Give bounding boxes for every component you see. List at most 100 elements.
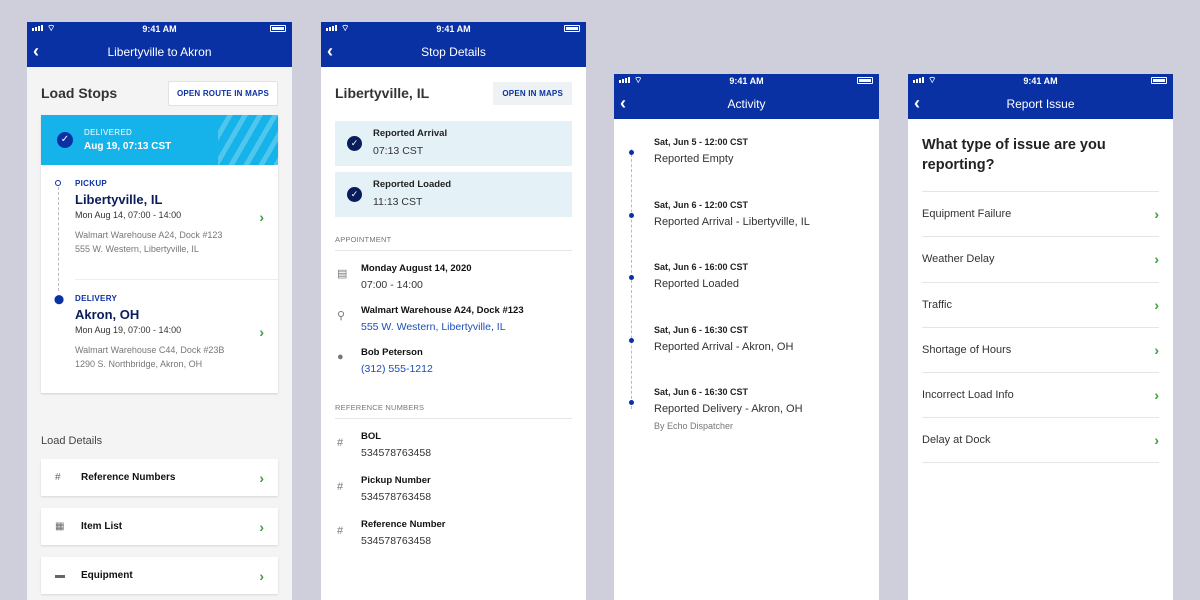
status-bar: ⌔ 9:41 AM [908,74,1173,88]
delivered-value: Aug 19, 07:13 CST [84,141,172,152]
activity-screen: ⌔ 9:41 AM ‹ Activity Sat, Jun 5 - 12:00 … [614,74,879,600]
activity-event: Reported Loaded [654,278,740,290]
status-bar: ⌔ 9:41 AM [614,74,879,88]
nav-title: Report Issue [1006,96,1075,111]
calendar-icon: ▤ [337,268,348,280]
activity-event: Reported Arrival - Libertyville, IL [654,215,810,228]
truck-icon: ▬ [55,570,65,581]
stripes-decoration [218,115,278,165]
header-bar: ⌔ 9:41 AM ‹ Report Issue [908,74,1173,119]
ref-label: Reference Number [361,519,446,530]
issue-equipment-failure[interactable]: Equipment Failure › [922,191,1159,236]
appointment-date: ▤ Monday August 14, 2020 07:00 - 14:00 [335,263,572,291]
grid-icon: ▦ [55,521,65,532]
header-bar: ⌔ 9:41 AM ‹ Activity [614,74,879,119]
back-chevron-icon[interactable]: ‹ [327,41,333,61]
appointment-location: ⚲ Walmart Warehouse A24, Dock #123 555 W… [335,305,572,333]
chevron-right-icon: › [1154,296,1159,313]
ref-pickup-number: # Pickup Number 534578763458 [335,475,572,503]
status-label: Reported Loaded [373,179,452,190]
page-title: Load Stops [41,85,118,101]
row-label: Item List [81,521,123,532]
stop-address-line2: 555 W. Western, Libertyville, IL [75,244,199,254]
location-pin-icon: ⚲ [337,310,346,322]
chevron-right-icon: › [259,469,264,486]
issue-delay-at-dock[interactable]: Delay at Dock › [922,417,1159,463]
activity-date: Sat, Jun 6 - 12:00 CST [654,199,749,210]
reference-numbers-heading: REFERENCE NUMBERS [335,403,572,419]
issue-label: Delay at Dock [922,434,991,447]
issue-question: What type of issue are you reporting? [922,137,1106,173]
chevron-right-icon: › [1154,387,1159,404]
ref-label: Pickup Number [361,475,431,486]
chevron-right-icon: › [259,209,264,225]
ref-bol: # BOL 534578763458 [335,431,572,459]
stops-card: ✓ DELIVERED Aug 19, 07:13 CST PICKUP Lib… [41,115,278,393]
hash-icon: # [55,472,61,483]
open-in-maps-button[interactable]: OPEN IN MAPS [493,81,572,105]
status-reported-loaded: ✓ Reported Loaded 11:13 CST [335,172,572,217]
ref-label: BOL [361,431,382,442]
activity-event: Reported Arrival - Akron, OH [654,340,794,353]
chevron-right-icon: › [259,324,264,340]
chevron-right-icon: › [1154,206,1159,223]
status-bar: ⌔ 9:41 AM [27,22,292,36]
status-label: Reported Arrival [373,128,448,139]
issue-incorrect-load-info[interactable]: Incorrect Load Info › [922,372,1159,417]
ref-value: 534578763458 [361,535,432,547]
issue-weather-delay[interactable]: Weather Delay › [922,236,1159,281]
stop-city: Akron, OH [75,307,140,322]
issue-shortage-of-hours[interactable]: Shortage of Hours › [922,326,1159,372]
delivered-label: DELIVERED [84,128,133,137]
status-time: 9:41 AM [1023,76,1058,86]
timeline-dot-icon [629,275,634,280]
open-route-in-maps-button[interactable]: OPEN ROUTE IN MAPS [167,80,278,106]
chevron-right-icon: › [1154,251,1159,268]
activity-item: Sat, Jun 6 - 16:30 CST Reported Delivery… [614,387,879,450]
chevron-right-icon: › [259,518,264,535]
stop-kind: PICKUP [75,179,108,188]
issue-list: Equipment Failure › Weather Delay › Traffi… [908,191,1173,463]
stop-kind: DELIVERY [75,294,118,303]
nav-title: Activity [727,96,766,111]
equipment-row[interactable]: ▬ Equipment › [41,557,278,594]
header-bar: ⌔ 9:41 AM ‹ Libertyville to Akron [27,22,292,67]
appointment-date-value: Monday August 14, 2020 [361,263,472,274]
issue-traffic[interactable]: Traffic › [922,281,1159,327]
back-chevron-icon[interactable]: ‹ [33,41,39,61]
hash-icon: # [337,437,344,449]
nav-title: Libertyville to Akron [107,44,212,59]
status-bar: ⌔ 9:41 AM [321,22,586,36]
stop-city: Libertyville, IL [75,192,163,207]
status-time: 9:41 AM [729,76,764,86]
stop-pickup[interactable]: PICKUP Libertyville, IL Mon Aug 14, 07:0… [41,165,278,279]
reference-numbers-row[interactable]: # Reference Numbers › [41,459,278,496]
activity-date: Sat, Jun 6 - 16:30 CST [654,324,749,335]
stop-delivery[interactable]: ⬤ DELIVERY Akron, OH Mon Aug 19, 07:00 -… [54,279,278,393]
activity-item: Sat, Jun 6 - 12:00 CST Reported Arrival … [614,200,879,263]
stop-details-screen: ⌔ 9:41 AM ‹ Stop Details Libertyville, I… [321,22,586,600]
appointment-time-value: 07:00 - 14:00 [361,279,423,291]
battery-icon [270,25,286,32]
activity-list: Sat, Jun 5 - 12:00 CST Reported Empty Sa… [614,119,879,450]
activity-event: Reported Delivery - Akron, OH [654,403,803,415]
contact-phone-link[interactable]: (312) 555-1212 [361,363,572,375]
issue-label: Incorrect Load Info [922,389,1014,402]
row-label: Reference Numbers [81,472,176,483]
ref-value: 534578763458 [361,491,432,503]
item-list-row[interactable]: ▦ Item List › [41,508,278,545]
battery-icon [1151,77,1167,84]
chevron-right-icon: › [1154,432,1159,449]
report-issue-screen: ⌔ 9:41 AM ‹ Report Issue What type of is… [908,74,1173,600]
check-circle-icon: ✓ [347,136,362,151]
activity-date: Sat, Jun 6 - 16:00 CST [654,262,749,272]
stop-address-line1: Walmart Warehouse C44, Dock #23B [75,345,225,355]
status-reported-arrival: ✓ Reported Arrival 07:13 CST [335,121,572,166]
location-address-link[interactable]: 555 W. Western, Libertyville, IL [361,321,572,333]
activity-item: Sat, Jun 6 - 16:00 CST Reported Loaded [614,262,879,325]
back-chevron-icon[interactable]: ‹ [914,93,920,113]
chevron-right-icon: › [259,567,264,584]
chevron-right-icon: › [1154,342,1159,359]
back-chevron-icon[interactable]: ‹ [620,93,626,113]
battery-icon [564,25,580,32]
